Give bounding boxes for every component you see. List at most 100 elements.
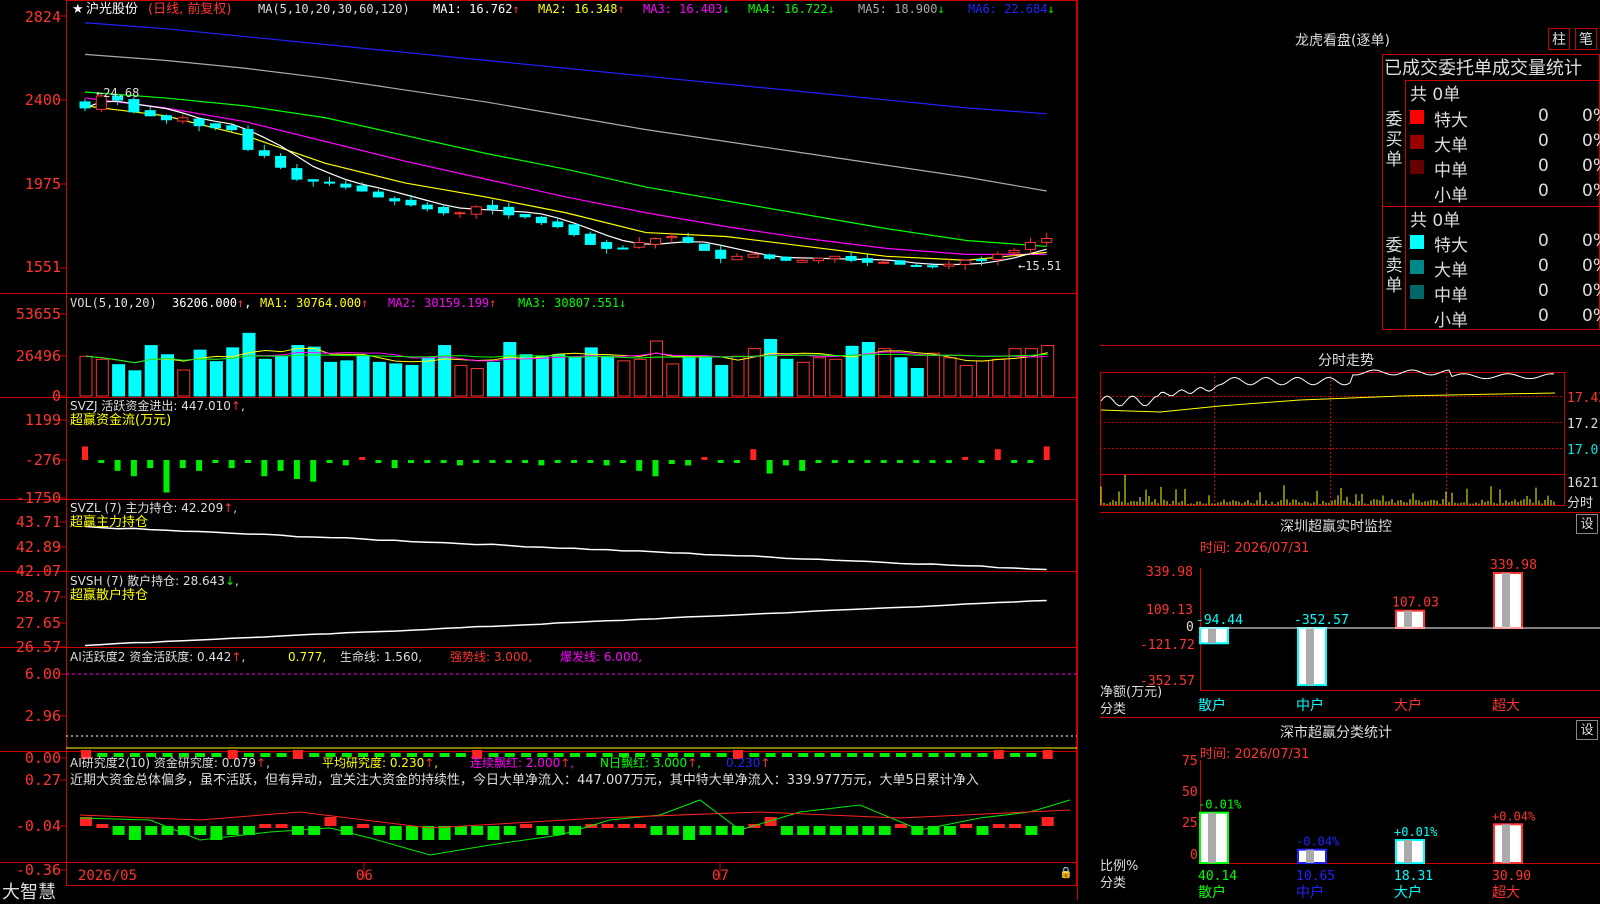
flow-bar xyxy=(538,460,545,466)
candle-body xyxy=(1024,241,1036,251)
candle-body xyxy=(258,150,270,156)
candle-body xyxy=(747,253,759,258)
class-category-label: 大户 xyxy=(1394,884,1422,900)
class-change-label: +0.01% xyxy=(1394,825,1438,839)
svzl-axis-label: 42.07 xyxy=(16,562,61,580)
volume-bar xyxy=(943,357,957,397)
research-bar xyxy=(503,826,516,835)
ai1-axis-label: 6.00 xyxy=(25,665,61,683)
flow-bar xyxy=(114,460,121,471)
activity-bar xyxy=(879,753,890,757)
star-icon[interactable]: ★ xyxy=(72,2,84,17)
ai2-label: AI研究度2(10) 资金研究度: 0.079↑, xyxy=(70,755,270,770)
candle-body xyxy=(650,238,661,245)
candle-body xyxy=(568,224,580,236)
volume-bar xyxy=(845,345,859,397)
svzl-line xyxy=(84,525,1047,571)
volume-bar xyxy=(780,358,794,397)
research-bar xyxy=(780,826,793,835)
research-bar xyxy=(617,824,630,828)
volume-bar xyxy=(112,364,126,397)
research-bar xyxy=(357,824,370,828)
research-bar xyxy=(715,826,728,835)
flow-bar xyxy=(456,460,463,466)
svsh-line xyxy=(84,599,1047,647)
ai2-avg: 平均研究度: 0.230↑, xyxy=(322,755,438,770)
color-swatch xyxy=(1410,235,1424,249)
ma1-value: MA1: 16.762↑ xyxy=(433,2,520,16)
research-bar xyxy=(112,826,125,835)
activity-bar xyxy=(586,753,597,757)
vol-axis-label: 26496 xyxy=(16,347,61,365)
activity-bar xyxy=(944,753,955,757)
cls-axis-label: 75 xyxy=(1182,754,1198,769)
flow-bar xyxy=(261,460,268,477)
tab-bar-mode[interactable]: 柱 xyxy=(1548,28,1570,50)
activity-bar xyxy=(1042,750,1053,759)
price-line xyxy=(1100,369,1555,407)
activity-bar xyxy=(1010,753,1021,757)
sz-monitor-settings-button[interactable]: 设 xyxy=(1576,514,1598,534)
research-bar xyxy=(389,826,402,840)
research-bar xyxy=(797,826,810,835)
volume-bar xyxy=(959,364,973,397)
buy-row-large: 大单 0 0% xyxy=(1410,131,1600,156)
activity-bar xyxy=(455,753,466,757)
activity-bar xyxy=(700,753,711,757)
research-bar xyxy=(683,826,696,840)
candle-body xyxy=(324,181,335,184)
sz-class-settings-button[interactable]: 设 xyxy=(1576,720,1598,740)
flow-bar xyxy=(130,460,137,477)
candle-body xyxy=(421,204,433,210)
volume-bar xyxy=(161,354,174,397)
candle-body xyxy=(552,221,564,228)
ai2-axis-label: -0.36 xyxy=(16,861,61,879)
sz-axis-label: 0 xyxy=(1186,620,1194,635)
high-price-marker: ←24.68 xyxy=(96,86,139,100)
main-kline-chart[interactable]: 2824 2400 1975 1551 53655 26496 0 1199 -… xyxy=(0,0,1100,900)
research-bar xyxy=(194,826,207,835)
price-axis-label: 2400 xyxy=(25,91,61,109)
volume-bar xyxy=(715,364,729,397)
volume-bar xyxy=(878,348,892,397)
flow-bar xyxy=(391,460,398,469)
svzl-axis-label: 43.71 xyxy=(16,513,61,531)
candle-body xyxy=(845,256,857,261)
sz-monitor-title: 深圳超赢实时监控 xyxy=(1280,519,1392,535)
candle-body xyxy=(1041,238,1053,243)
ai2-axis-label: 0.27 xyxy=(25,771,61,789)
flow-bar xyxy=(750,449,757,460)
volume-bar xyxy=(324,361,337,397)
svsh-axis-label: 26.57 xyxy=(16,638,61,656)
research-bar xyxy=(259,824,272,828)
class-bar-shade xyxy=(1502,824,1510,863)
tab-tick-mode[interactable]: 笔 xyxy=(1575,28,1597,50)
sz-category-label: 超大 xyxy=(1492,698,1520,714)
cls-axis-label: 50 xyxy=(1182,785,1198,800)
flow-bar xyxy=(636,460,643,471)
candle-body xyxy=(698,243,710,251)
class-bar-shade xyxy=(1404,840,1412,863)
flow-bar xyxy=(473,460,480,463)
activity-bar xyxy=(847,753,858,757)
flow-bar xyxy=(994,449,1001,460)
research-bar xyxy=(992,824,1005,828)
candle-body xyxy=(910,264,922,267)
volume-bar xyxy=(698,356,712,397)
activity-bar xyxy=(993,750,1004,759)
sz-bar-shade xyxy=(1502,573,1510,628)
volume-bar xyxy=(519,354,533,397)
period-label[interactable]: (日线, 前复权) xyxy=(148,1,231,17)
ai1-lifeline: 生命线: 1.560, xyxy=(340,649,422,664)
avg-price-line xyxy=(1100,392,1556,413)
research-bar xyxy=(601,824,614,828)
sz-bar-shade xyxy=(1208,628,1216,644)
ma-params: MA(5,10,20,30,60,120) xyxy=(258,2,410,16)
candle-body xyxy=(813,257,824,262)
candle-body xyxy=(340,183,352,188)
lock-icon[interactable]: 🔒 xyxy=(1059,866,1073,879)
volume-bar xyxy=(601,355,615,397)
volume-bar xyxy=(764,338,778,397)
volume-bar xyxy=(894,357,908,397)
sell-row-medium: 中单 0 0% xyxy=(1410,281,1600,306)
